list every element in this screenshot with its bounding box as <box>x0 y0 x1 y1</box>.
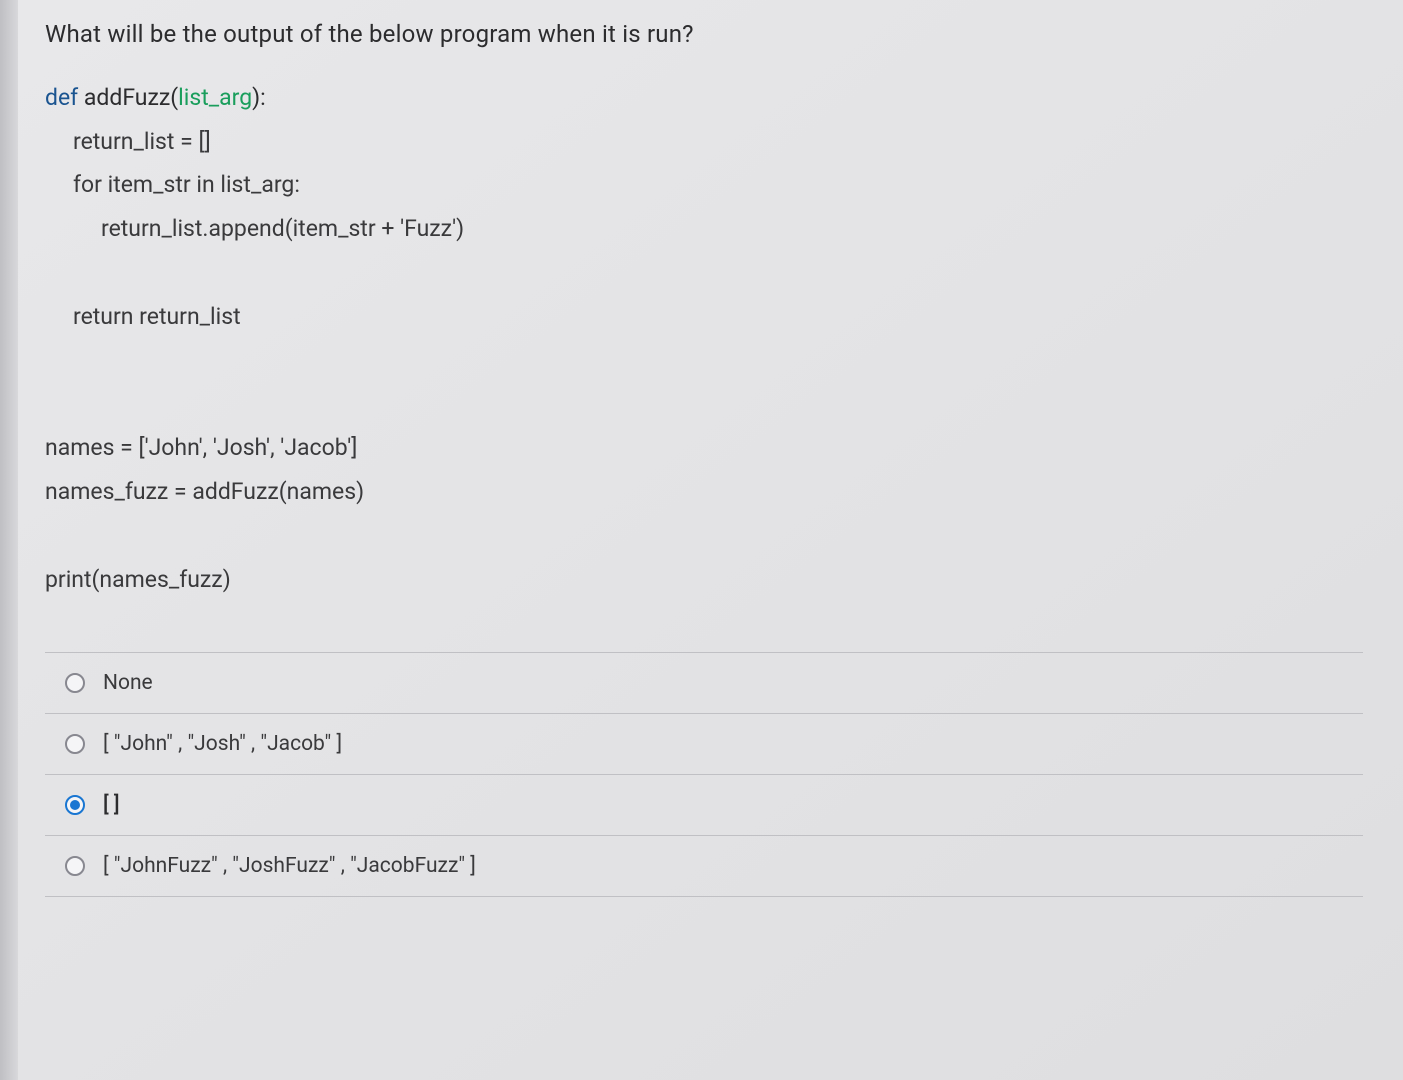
code-line-5: return return_list <box>45 295 1363 339</box>
code-line-1: def addFuzz(list_arg): <box>45 76 1363 120</box>
option-label: None <box>103 671 153 695</box>
close-paren: ): <box>252 84 266 111</box>
code-line-3: for item_str in list_arg: <box>45 163 1363 207</box>
code-block: def addFuzz(list_arg): return_list = [] … <box>45 76 1363 602</box>
radio-button[interactable] <box>65 856 85 876</box>
function-name: addFuzz( <box>78 84 178 111</box>
quiz-question-container: What will be the output of the below pro… <box>45 20 1403 897</box>
option-fuzz-list[interactable]: [ "JohnFuzz" , "JoshFuzz" , "JacobFuzz" … <box>45 835 1363 897</box>
question-prompt: What will be the output of the below pro… <box>45 20 1363 48</box>
code-line-6: names = ['John', 'Josh', 'Jacob'] <box>45 426 1363 470</box>
option-none[interactable]: None <box>45 652 1363 713</box>
answer-options: None [ "John" , "Josh" , "Jacob" ] [ ] [… <box>45 652 1363 897</box>
parameter: list_arg <box>178 84 252 111</box>
code-line-8: print(names_fuzz) <box>45 558 1363 602</box>
option-label: [ "John" , "Josh" , "Jacob" ] <box>103 732 342 756</box>
code-line-7: names_fuzz = addFuzz(names) <box>45 470 1363 514</box>
radio-button[interactable] <box>65 673 85 693</box>
code-line-2: return_list = [] <box>45 120 1363 164</box>
radio-button[interactable] <box>65 734 85 754</box>
radio-button-selected[interactable] <box>65 795 85 815</box>
code-line-4: return_list.append(item_str + 'Fuzz') <box>45 207 1363 251</box>
option-label: [ ] <box>103 793 120 817</box>
option-empty-list[interactable]: [ ] <box>45 774 1363 835</box>
option-original-list[interactable]: [ "John" , "Josh" , "Jacob" ] <box>45 713 1363 774</box>
option-label: [ "JohnFuzz" , "JoshFuzz" , "JacobFuzz" … <box>103 854 476 878</box>
keyword-def: def <box>45 84 78 111</box>
